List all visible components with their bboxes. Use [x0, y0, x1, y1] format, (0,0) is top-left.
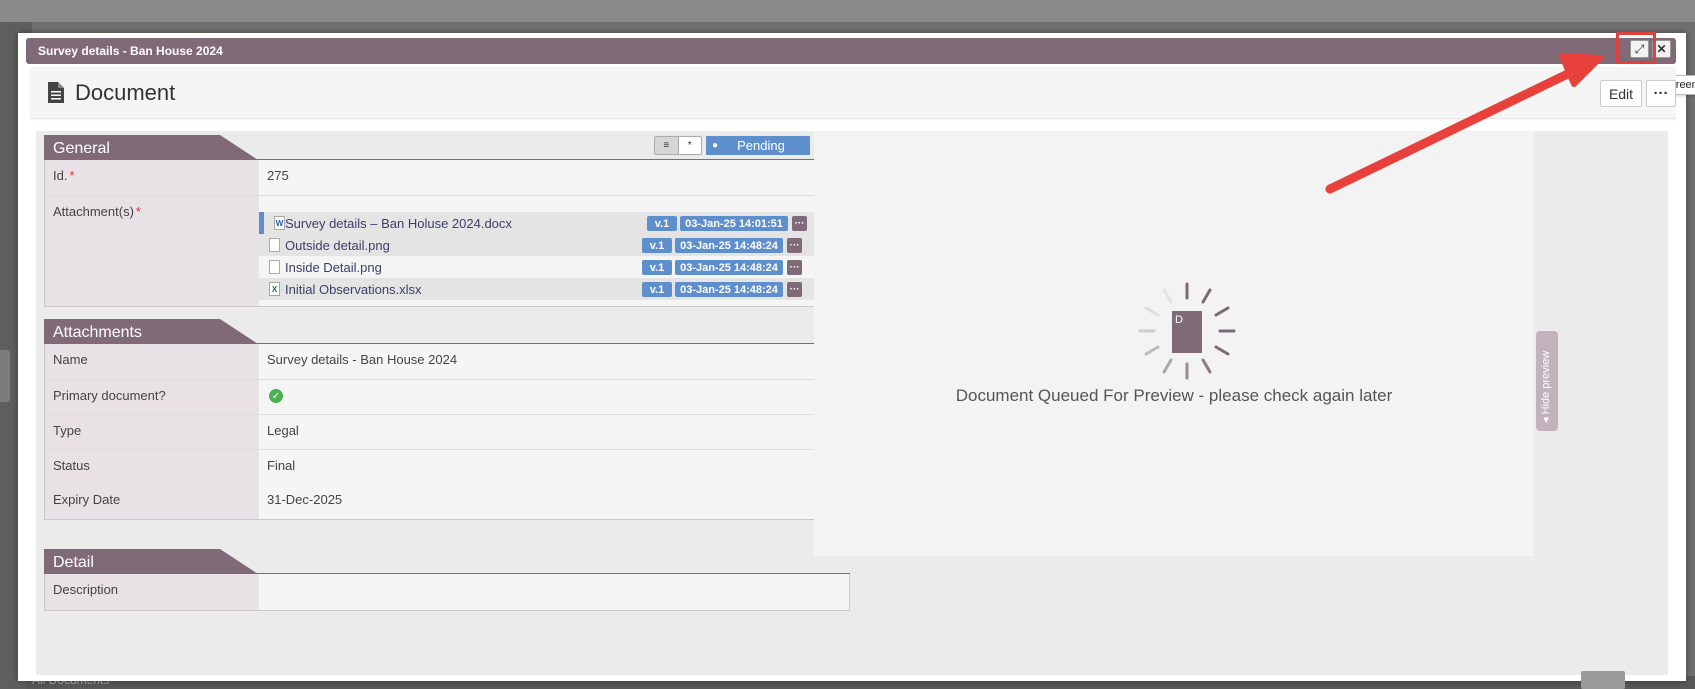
date-badge: 03-Jan-25 14:48:24: [675, 238, 783, 253]
field-value-id: 275: [267, 168, 289, 183]
required-mark: *: [69, 168, 75, 183]
hide-preview-label: ◂ Hide preview: [1540, 350, 1552, 423]
detail-fields: Description: [44, 574, 850, 611]
status-badge[interactable]: ● Pending: [706, 136, 810, 155]
field-label-id: Id. *: [45, 160, 259, 195]
page-title: Document: [75, 80, 176, 105]
date-badge: 03-Jan-25 14:01:51: [680, 216, 788, 231]
detail-section-title: Detail: [44, 549, 258, 574]
record-header: Document Edit ···: [30, 67, 1676, 119]
view-toggle[interactable]: ≡ *: [654, 136, 702, 155]
field-row-expiry: Expiry Date 31-Dec-2025: [45, 484, 849, 519]
field-row-primary: Primary document? ✓: [45, 379, 849, 414]
field-label-status: Status: [45, 450, 259, 484]
asterisk-view-icon[interactable]: *: [679, 137, 702, 154]
detail-section: Detail Description: [44, 549, 850, 619]
modal-titlebar: Survey details - Ban House 2024: [26, 38, 1676, 64]
required-mark: *: [135, 204, 141, 219]
field-value-primary: ✓: [259, 380, 849, 417]
modal-title: Survey details - Ban House 2024: [38, 44, 223, 58]
field-row-id: Id. * 275: [45, 160, 849, 195]
image-file-icon: [269, 238, 280, 252]
field-label-expiry: Expiry Date: [45, 484, 259, 519]
hide-preview-button[interactable]: ◂ Hide preview: [1536, 331, 1558, 431]
fullscreen-highlight-box: [1616, 32, 1656, 64]
attachment-more-button[interactable]: ···: [787, 282, 802, 297]
attachment-name[interactable]: Inside Detail.png: [285, 260, 382, 275]
loading-spinner-icon: D: [1138, 282, 1236, 380]
date-badge: 03-Jan-25 14:48:24: [675, 260, 783, 275]
version-badge[interactable]: v.1: [642, 260, 672, 275]
version-badge[interactable]: v.1: [647, 216, 677, 231]
field-row-description: Description: [45, 574, 849, 610]
field-value-name: Survey details - Ban House 2024: [267, 352, 458, 367]
more-actions-button[interactable]: ···: [1646, 80, 1676, 107]
field-label-description: Description: [45, 574, 259, 610]
attachment-name[interactable]: Outside detail.png: [285, 238, 390, 253]
field-value-description: [259, 574, 849, 611]
field-label-attachments: Attachment(s) *: [45, 196, 259, 306]
close-icon: ✕: [1656, 42, 1667, 56]
doc-letter: D: [1175, 314, 1183, 326]
document-icon: [48, 82, 64, 103]
version-badge[interactable]: v.1: [642, 238, 672, 253]
attachments-section: Attachments Name Survey details - Ban Ho…: [44, 319, 850, 520]
document-preview-pane: D Document Queued For Preview - please c…: [814, 131, 1534, 556]
general-fields: Id. * 275 Attachment(s) * W Survey details…: [44, 160, 850, 307]
background-sidebar-handle: [0, 350, 10, 402]
attachment-name[interactable]: Initial Observations.xlsx: [285, 282, 422, 297]
edit-button[interactable]: Edit: [1600, 80, 1642, 107]
attachment-item[interactable]: W Survey details – Ban Holuse 2024.docx …: [259, 212, 841, 234]
field-label-name: Name: [45, 344, 259, 379]
preview-status-message: Document Queued For Preview - please che…: [955, 386, 1393, 405]
general-section-title: General: [44, 135, 258, 160]
attachment-item[interactable]: Inside Detail.png v.1 03-Jan-25 14:48:24…: [259, 256, 841, 278]
general-section: General ≡ * ● Pending ▤ ▣ Id.* 275: [44, 135, 855, 307]
image-file-icon: [269, 260, 280, 274]
excel-file-icon: X: [269, 282, 280, 296]
field-row-attachments: Attachment(s) * W Survey details – Ban Ho…: [45, 195, 849, 306]
attachment-list: W Survey details – Ban Holuse 2024.docx …: [259, 212, 841, 300]
attachment-more-button[interactable]: ···: [787, 238, 802, 253]
attachment-more-button[interactable]: ···: [792, 216, 807, 231]
field-label-attachments-text: Attachment(s): [53, 204, 134, 219]
user-icon: ●: [711, 140, 719, 151]
background-new-button: [1581, 671, 1625, 689]
status-badge-label: Pending: [737, 138, 785, 153]
date-badge: 03-Jan-25 14:48:24: [675, 282, 783, 297]
list-view-icon[interactable]: ≡: [655, 137, 679, 154]
background-toolbar: [0, 0, 1695, 22]
attachments-fields: Name Survey details - Ban House 2024 Pri…: [44, 344, 850, 520]
attachment-item[interactable]: Outside detail.png v.1 03-Jan-25 14:48:2…: [259, 234, 841, 256]
field-value-expiry: 31-Dec-2025: [267, 492, 343, 507]
field-label-primary: Primary document?: [45, 380, 259, 414]
version-badge[interactable]: v.1: [642, 282, 672, 297]
record-content: General ≡ * ● Pending ▤ ▣ Id.* 275: [36, 131, 1668, 675]
field-row-status: Status Final: [45, 449, 849, 484]
document-modal: Survey details - Ban House 2024 ⤢ ✕ Full…: [18, 32, 1695, 681]
attachment-item[interactable]: X Initial Observations.xlsx v.1 03-Jan-2…: [259, 278, 841, 300]
attachment-more-button[interactable]: ···: [787, 260, 802, 275]
field-value-type: Legal: [267, 423, 299, 438]
attachment-name[interactable]: Survey details – Ban Holuse 2024.docx: [285, 216, 512, 231]
field-label-id-text: Id.: [53, 168, 68, 183]
field-row-name: Name Survey details - Ban House 2024: [45, 344, 849, 379]
check-icon: ✓: [269, 389, 283, 403]
word-file-icon: W: [274, 216, 285, 230]
field-label-type: Type: [45, 415, 259, 449]
attachments-section-title: Attachments: [44, 319, 258, 344]
field-value-status: Final: [267, 458, 296, 473]
field-row-type: Type Legal: [45, 414, 849, 449]
